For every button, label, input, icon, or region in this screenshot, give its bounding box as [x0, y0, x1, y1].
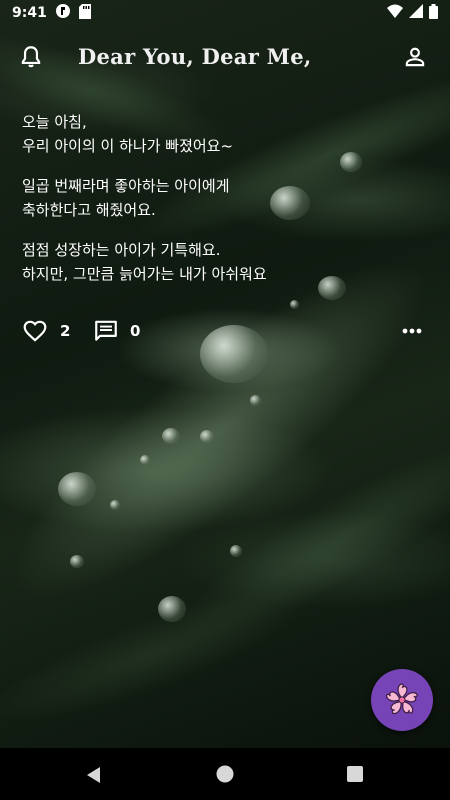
water-drop [200, 430, 214, 443]
home-icon [216, 765, 234, 783]
water-drop [70, 555, 84, 568]
comment-button[interactable] [93, 318, 119, 344]
post-paragraph: 점점 성장하는 아이가 기특해요. 하지만, 그만큼 늙어가는 내가 아쉬워요 [22, 238, 422, 286]
post-line: 하지만, 그만큼 늙어가는 내가 아쉬워요 [22, 265, 267, 283]
nav-recents-button[interactable] [345, 764, 365, 784]
signal-icon [409, 4, 423, 22]
post-line: 점점 성장하는 아이가 기특해요. [22, 241, 221, 259]
person-icon [405, 47, 425, 67]
bell-icon [21, 46, 41, 68]
cherry-blossom-icon [386, 683, 419, 715]
profile-button[interactable] [402, 44, 428, 70]
water-drop [110, 500, 120, 510]
water-drop [250, 395, 261, 406]
system-nav-bar [0, 748, 450, 800]
notifications-button[interactable] [18, 44, 44, 70]
app-title: Dear You, Dear Me, [78, 44, 312, 69]
post-line: 일곱 번째라며 좋아하는 아이에게 [22, 177, 230, 195]
status-left: 9:41 [12, 3, 91, 23]
water-drop [140, 455, 150, 465]
comment-count: 0 [130, 322, 141, 340]
nav-back-button[interactable] [83, 764, 105, 786]
more-options-button[interactable] [400, 320, 424, 342]
app-notification-icon [55, 3, 71, 23]
water-drop [158, 596, 186, 622]
like-button[interactable] [22, 318, 48, 344]
recents-icon [347, 766, 363, 782]
screen: 9:41 Dear You, Dear Me, 오늘 아침, 우리 아이의 이 … [0, 0, 450, 800]
post-line: 오늘 아침, [22, 113, 87, 131]
comment-icon [95, 320, 117, 341]
heart-icon [23, 320, 47, 342]
post-line: 축하한다고 해줬어요. [22, 201, 156, 219]
back-icon [87, 767, 100, 783]
status-right [387, 3, 438, 23]
post-line: 우리 아이의 이 하나가 빠졌어요~ [22, 137, 234, 155]
post-body: 오늘 아침, 우리 아이의 이 하나가 빠졌어요~ 일곱 번째라며 좋아하는 아… [22, 110, 422, 302]
wifi-icon [387, 4, 403, 22]
water-drop [230, 545, 242, 557]
write-fab[interactable] [371, 669, 433, 731]
post-actions: 2 0 [22, 316, 432, 346]
post-paragraph: 일곱 번째라며 좋아하는 아이에게 축하한다고 해줬어요. [22, 174, 422, 222]
battery-icon [429, 3, 438, 23]
status-bar: 9:41 [0, 0, 450, 26]
water-drop [162, 428, 180, 444]
nav-home-button[interactable] [214, 763, 236, 785]
water-drop [58, 472, 96, 506]
like-count: 2 [60, 322, 71, 340]
app-bar: Dear You, Dear Me, [0, 36, 450, 80]
status-time: 9:41 [12, 5, 47, 21]
sd-card-icon [78, 3, 91, 23]
post-paragraph: 오늘 아침, 우리 아이의 이 하나가 빠졌어요~ [22, 110, 422, 158]
more-horiz-icon [402, 328, 422, 334]
